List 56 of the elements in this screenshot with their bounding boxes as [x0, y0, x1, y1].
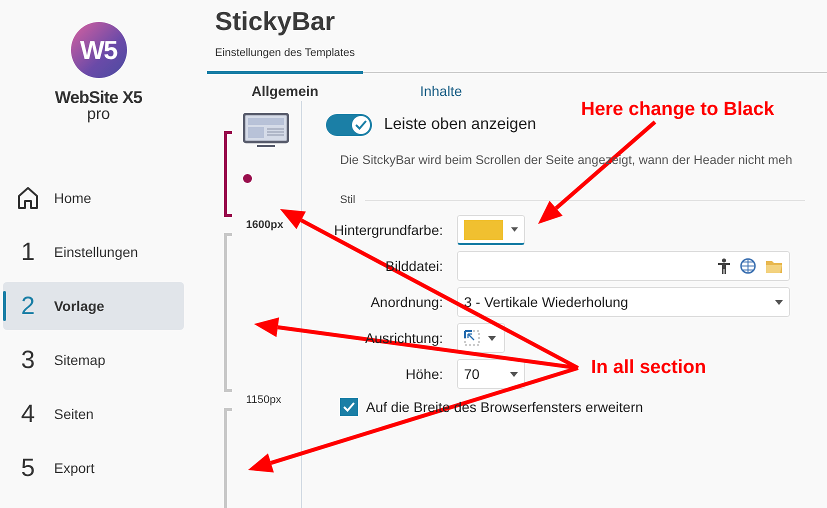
field-label: Hintergrundfarbe: [333, 222, 444, 238]
check-icon [355, 120, 367, 130]
number-value: 70 [464, 366, 481, 382]
field-label: Ausrichtung: [364, 330, 444, 346]
annotation-text: In all section [591, 357, 706, 379]
step-number: 3 [20, 346, 36, 374]
select-value: 3 - Vertikale Wiederholung [464, 294, 630, 310]
toggle-label: Leiste oben anzeigen [384, 116, 536, 134]
logo-edition: pro [86, 108, 110, 122]
checkbox[interactable] [340, 398, 358, 416]
breakpoint-label: 1150px [246, 394, 282, 406]
breakpoint-label: 1600px [246, 219, 284, 231]
select-field[interactable]: 3 - Vertikale Wiederholung [457, 287, 790, 317]
globe-icon [739, 258, 757, 274]
step-number: 1 [20, 238, 36, 266]
caret-icon [510, 372, 518, 376]
accessibility-icon [717, 258, 731, 274]
sidebar-item[interactable]: 5 Export [3, 444, 184, 492]
step-number: 5 [20, 454, 36, 482]
file-field[interactable] [457, 251, 790, 281]
alignment-picker[interactable] [457, 323, 505, 353]
monitor-icon [243, 113, 289, 149]
tab[interactable]: Inhalte [363, 71, 519, 101]
sidebar-label: Vorlage [54, 298, 104, 314]
sidebar-label: Home [54, 190, 92, 206]
annotation-text: Here change to Black [581, 99, 774, 121]
field-label: Anordnung: [370, 294, 444, 310]
tab[interactable]: Allgemein [207, 71, 363, 101]
step-number: 4 [20, 400, 36, 428]
sidebar-item[interactable]: 2 Vorlage [3, 282, 184, 330]
home-icon [16, 186, 40, 210]
section-title: Stil [340, 194, 356, 206]
folder-icon [765, 258, 783, 274]
sidebar-label: Seiten [54, 406, 94, 422]
sidebar-item[interactable]: 3 Sitemap [3, 336, 184, 384]
sidebar-label: Export [54, 460, 94, 476]
page-subtitle: Einstellungen des Templates [215, 47, 356, 59]
check-icon [343, 402, 355, 412]
sidebar-item[interactable]: Home [3, 174, 184, 222]
field-label: Höhe: [404, 366, 444, 382]
toggle-switch[interactable] [326, 114, 372, 136]
sidebar-item[interactable]: 1 Einstellungen [3, 228, 184, 276]
sidebar-item[interactable]: 4 Seiten [3, 390, 184, 438]
caret-icon [510, 227, 518, 232]
align-top-left-icon [464, 330, 480, 346]
current-marker [243, 174, 252, 183]
sidebar-label: Sitemap [54, 352, 106, 368]
sidebar-label: Einstellungen [54, 244, 138, 260]
caret-icon [488, 336, 496, 340]
color-picker[interactable] [457, 215, 525, 245]
number-field[interactable]: 70 [457, 359, 525, 389]
logo-mark: W5 [70, 22, 126, 78]
step-number: 2 [20, 292, 36, 320]
page-title: StickyBar [215, 6, 336, 37]
logo-name: WebSite X5 [54, 88, 142, 108]
caret-icon [775, 300, 783, 304]
